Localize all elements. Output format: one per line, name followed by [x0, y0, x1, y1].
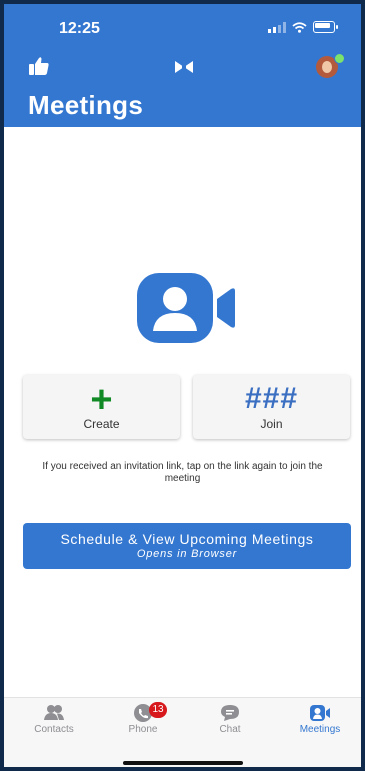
create-label: Create — [83, 417, 120, 431]
chat-icon — [221, 705, 239, 721]
zoom-logo-icon — [175, 61, 193, 73]
contacts-icon — [44, 705, 64, 720]
tab-meetings[interactable]: Meetings — [280, 704, 360, 735]
app-header: 12:25 Meetings — [4, 4, 361, 127]
tab-phone[interactable]: 13 Phone — [103, 702, 183, 735]
phone-screen: 12:25 Meetings + Create ### Join If you … — [4, 4, 361, 767]
meetings-icon — [310, 705, 330, 721]
status-icons — [268, 21, 338, 33]
create-meeting-button[interactable]: + Create — [23, 375, 180, 439]
home-indicator — [123, 761, 243, 765]
main-content: + Create ### Join If you received an inv… — [4, 127, 361, 697]
status-time: 12:25 — [59, 20, 100, 37]
join-meeting-button[interactable]: ### Join — [193, 375, 350, 439]
battery-icon — [313, 21, 338, 33]
tab-chat[interactable]: Chat — [190, 704, 270, 735]
phone-badge: 13 — [149, 702, 167, 718]
tab-contacts-label: Contacts — [34, 724, 74, 735]
avatar-face — [322, 61, 332, 73]
invitation-hint-text: If you received an invitation link, tap … — [42, 461, 323, 484]
join-label: Join — [260, 417, 283, 431]
wifi-icon — [292, 21, 307, 33]
signal-icon — [268, 21, 286, 33]
schedule-button-subtitle: Opens in Browser — [136, 548, 238, 560]
tab-phone-label: Phone — [128, 724, 158, 735]
bottom-tab-bar: Contacts 13 Phone Chat Meetings — [4, 697, 361, 767]
plus-icon: + — [90, 379, 113, 421]
tab-meetings-label: Meetings — [299, 724, 341, 735]
presence-status-dot — [334, 53, 345, 64]
page-title: Meetings — [28, 90, 144, 120]
video-camera-icon — [137, 273, 235, 343]
tab-contacts[interactable]: Contacts — [14, 704, 94, 735]
schedule-button-title: Schedule & View Upcoming Meetings — [60, 531, 314, 547]
hash-icon: ### — [244, 382, 299, 415]
schedule-meetings-button[interactable]: Schedule & View Upcoming Meetings Opens … — [23, 523, 351, 569]
tab-chat-label: Chat — [219, 724, 241, 735]
thumbs-up-icon[interactable] — [28, 56, 50, 76]
